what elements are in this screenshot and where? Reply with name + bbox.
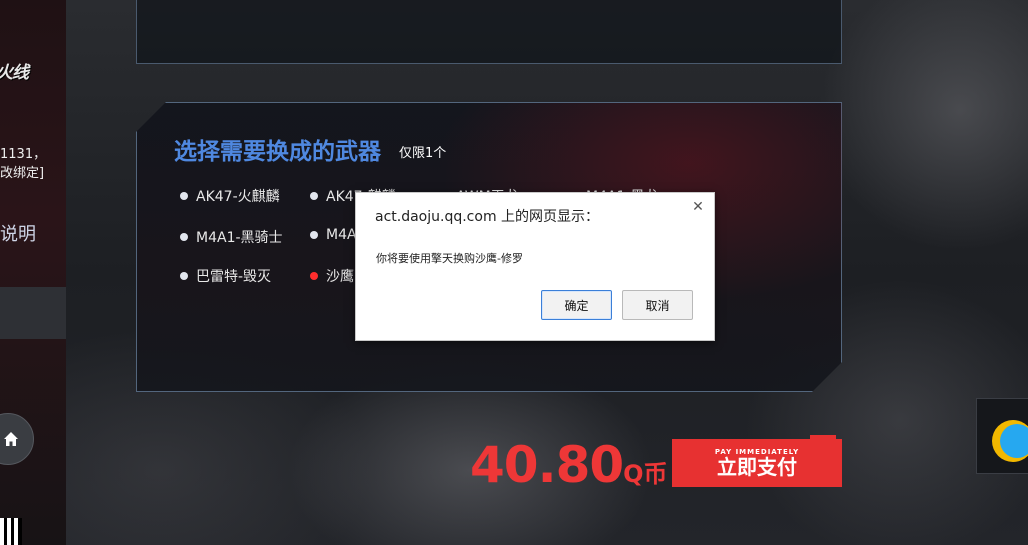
price-display: 40.80Q币 (470, 436, 668, 494)
account-info-line2[interactable]: 改绑定] (0, 162, 44, 181)
account-info-line1: 1131， (0, 147, 47, 162)
weapon-label: M4A1-黑骑士 (196, 230, 283, 246)
close-icon[interactable]: ✕ (691, 200, 705, 214)
qq-penguin-icon[interactable] (1000, 424, 1028, 458)
weapon-label: AK47-火麒麟 (196, 189, 280, 205)
dialog-message: 你将要使用擎天换购沙鹰-修罗 (376, 252, 523, 265)
weapon-option[interactable]: M4A1-黑骑士 (180, 227, 283, 247)
panel-title: 选择需要换成的武器 (174, 139, 381, 165)
radio-dot (180, 233, 188, 241)
weapon-label: M4A (326, 227, 357, 243)
weapon-label: 巴雷特-毁灭 (196, 269, 272, 285)
qr-code (0, 518, 22, 545)
pay-button-subtitle: PAY IMMEDIATELY (714, 448, 800, 456)
confirm-button[interactable]: 确定 (541, 290, 612, 320)
pay-now-button[interactable]: PAY IMMEDIATELY 立即支付 (672, 435, 842, 487)
weapon-option[interactable]: AK47-火麒麟 (180, 186, 280, 206)
panel-limit-note: 仅限1个 (399, 146, 447, 161)
alert-dialog: act.daoju.qq.com 上的网页显示： ✕ 你将要使用擎天换购沙鹰-修… (355, 192, 715, 341)
weapon-option[interactable]: 巴雷特-毁灭 (180, 266, 271, 286)
sidebar-active-band (0, 287, 66, 339)
dialog-origin: act.daoju.qq.com 上的网页显示： (375, 209, 600, 225)
weapon-option-selected[interactable]: 沙鹰 (310, 266, 354, 286)
cancel-button[interactable]: 取消 (622, 290, 693, 320)
radio-dot (310, 192, 318, 200)
home-icon (4, 432, 18, 446)
price-value: 40.80 (470, 436, 624, 494)
price-currency: Q币 (623, 460, 668, 488)
pay-button-notch (810, 435, 836, 439)
radio-dot-selected (310, 272, 318, 280)
radio-dot (180, 192, 188, 200)
top-panel-frame (136, 0, 842, 64)
weapon-label: 沙鹰 (326, 269, 354, 285)
radio-dot (310, 231, 318, 239)
sidebar-item-description[interactable]: 说明 (0, 220, 36, 246)
weapon-option[interactable]: M4A (310, 227, 357, 243)
game-logo: 火线 (0, 63, 29, 83)
pay-button-label: 立即支付 (717, 455, 797, 479)
radio-dot (180, 272, 188, 280)
